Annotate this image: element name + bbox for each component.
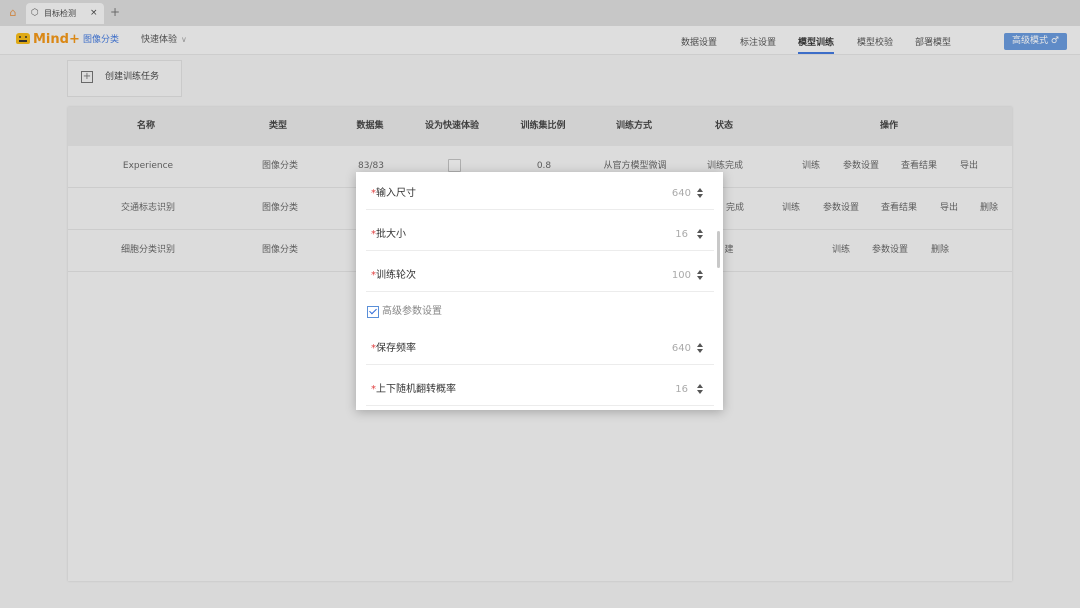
advanced-params-label: 高级参数设置 <box>382 306 442 317</box>
stepper-icon[interactable] <box>696 228 704 242</box>
epochs-field[interactable]: *训练轮次 100 <box>366 260 714 292</box>
advanced-params-checkbox[interactable] <box>367 306 379 318</box>
batch-size-field[interactable]: *批大小 16 <box>366 219 714 251</box>
batch-size-value[interactable]: 16 <box>628 228 688 241</box>
epochs-value[interactable]: 100 <box>631 269 691 282</box>
field-label: *批大小 <box>371 229 406 240</box>
field-label: *训练轮次 <box>371 270 416 281</box>
field-label: *保存频率 <box>371 343 416 354</box>
save-frequency-field[interactable]: *保存频率 640 <box>366 333 714 365</box>
input-size-value[interactable]: 640 <box>631 187 691 200</box>
field-label: *输入尺寸 <box>371 188 416 199</box>
modal-scrollbar[interactable] <box>717 231 720 268</box>
input-size-field[interactable]: *输入尺寸 640 <box>366 178 714 210</box>
param-settings-dialog: *输入尺寸 640 *批大小 16 *训练轮次 100 高级参数设置 *保存频率… <box>356 172 723 410</box>
stepper-icon[interactable] <box>696 187 704 201</box>
save-frequency-value[interactable]: 640 <box>631 342 691 355</box>
stepper-icon[interactable] <box>696 342 704 356</box>
advanced-params-toggle[interactable]: 高级参数设置 <box>366 304 714 320</box>
vertical-flip-prob-value[interactable]: 16 <box>628 383 688 396</box>
vertical-flip-prob-field[interactable]: *上下随机翻转概率 16 <box>366 374 714 406</box>
field-label: *上下随机翻转概率 <box>371 384 456 395</box>
stepper-icon[interactable] <box>696 383 704 397</box>
stepper-icon[interactable] <box>696 269 704 283</box>
